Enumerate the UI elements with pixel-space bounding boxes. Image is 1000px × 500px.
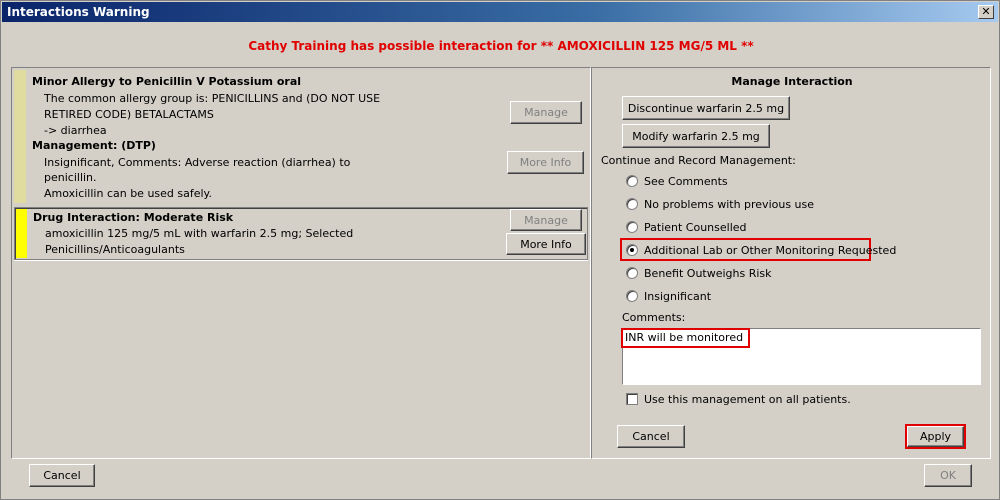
allergy-card-title: Minor Allergy to Penicillin V Potassium …	[32, 75, 302, 88]
apply-button[interactable]: Apply	[905, 424, 966, 449]
allergy-line: RETIRED CODE) BETALACTAMS	[44, 108, 214, 121]
allergy-more-info-button[interactable]: More Info	[507, 151, 584, 174]
allergy-manage-button[interactable]: Manage	[510, 101, 582, 124]
manage-interaction-panel: Manage Interaction Discontinue warfarin …	[591, 67, 991, 459]
comments-label: Comments:	[622, 311, 686, 324]
allergy-management-heading: Management: (DTP)	[32, 139, 156, 152]
radio-label: See Comments	[644, 174, 728, 188]
interaction-warning-message: Cathy Training has possible interaction …	[248, 39, 754, 53]
close-button[interactable]: ✕	[978, 5, 994, 19]
radio-additional-lab[interactable]: Additional Lab or Other Monitoring Reque…	[626, 242, 896, 258]
interactions-warning-window: Interactions Warning ✕ Cathy Training ha…	[0, 0, 1000, 500]
radio-label: Patient Counselled	[644, 220, 747, 234]
radio-button[interactable]	[626, 198, 638, 210]
radio-patient-counselled[interactable]: Patient Counselled	[626, 219, 747, 235]
interaction-line: amoxicillin 125 mg/5 mL with warfarin 2.…	[45, 227, 354, 240]
radio-button[interactable]	[626, 290, 638, 302]
interaction-card-title: Drug Interaction: Moderate Risk	[33, 211, 234, 224]
use-on-all-patients-row[interactable]: Use this management on all patients.	[626, 391, 851, 407]
title-bar: Interactions Warning ✕	[2, 2, 998, 22]
use-on-all-patients-checkbox[interactable]	[626, 393, 638, 405]
allergy-management-line: penicillin.	[44, 171, 97, 184]
interaction-list-panel: Minor Allergy to Penicillin V Potassium …	[11, 67, 591, 459]
radio-insignificant[interactable]: Insignificant	[626, 288, 711, 304]
radio-button-checked[interactable]	[626, 244, 638, 256]
radio-benefit-outweighs[interactable]: Benefit Outweighs Risk	[626, 265, 772, 281]
ok-button[interactable]: OK	[924, 464, 972, 487]
window-title: Interactions Warning	[7, 5, 150, 19]
radio-see-comments[interactable]: See Comments	[626, 173, 728, 189]
footer-cancel-button[interactable]: Cancel	[29, 464, 95, 487]
radio-label: Additional Lab or Other Monitoring Reque…	[644, 243, 897, 257]
discontinue-button[interactable]: Discontinue warfarin 2.5 mg	[622, 96, 790, 120]
allergy-line: -> diarrhea	[44, 124, 107, 137]
radio-button[interactable]	[626, 175, 638, 187]
interaction-line: Penicillins/Anticoagulants	[45, 243, 185, 256]
continue-record-label: Continue and Record Management:	[601, 154, 796, 167]
interaction-more-info-button[interactable]: More Info	[506, 233, 586, 255]
allergy-line: The common allergy group is: PENICILLINS…	[44, 92, 381, 105]
modify-button[interactable]: Modify warfarin 2.5 mg	[622, 124, 770, 148]
allergy-card: Minor Allergy to Penicillin V Potassium …	[14, 70, 588, 203]
radio-label: No problems with previous use	[644, 197, 815, 211]
use-on-all-patients-label: Use this management on all patients.	[644, 392, 851, 406]
radio-button[interactable]	[626, 221, 638, 233]
manage-cancel-button[interactable]: Cancel	[617, 425, 685, 448]
radio-no-problems[interactable]: No problems with previous use	[626, 196, 814, 212]
allergy-severity-stripe	[14, 70, 26, 203]
comments-highlight	[621, 328, 750, 348]
allergy-management-line: Insignificant, Comments: Adverse reactio…	[44, 156, 351, 169]
radio-button[interactable]	[626, 267, 638, 279]
drug-interaction-card: Drug Interaction: Moderate Risk amoxicil…	[14, 207, 588, 260]
manage-interaction-title: Manage Interaction	[731, 75, 853, 88]
close-icon: ✕	[981, 5, 991, 18]
allergy-management-line: Amoxicillin can be used safely.	[44, 187, 212, 200]
radio-label: Insignificant	[644, 289, 712, 303]
interaction-manage-button[interactable]: Manage	[510, 209, 582, 231]
radio-label: Benefit Outweighs Risk	[644, 266, 772, 280]
interaction-severity-stripe	[16, 209, 27, 258]
